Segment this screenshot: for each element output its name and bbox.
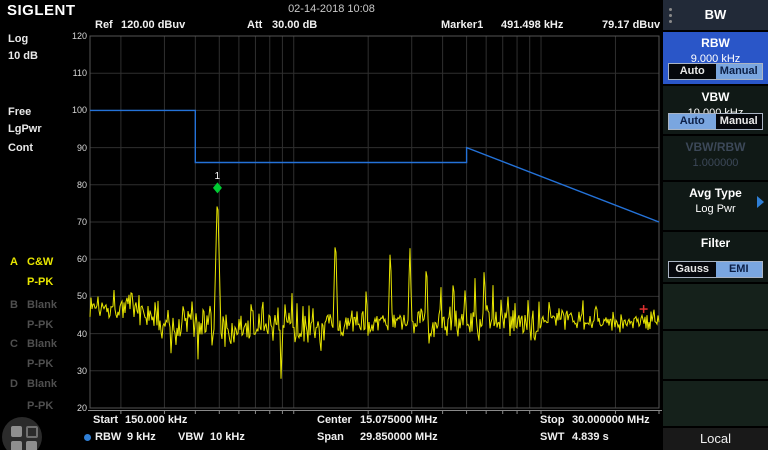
filter-gauss-option[interactable]: Gauss: [669, 262, 716, 277]
vbw-manual-option[interactable]: Manual: [716, 114, 763, 129]
marker-1-label: 1: [214, 171, 220, 182]
softkey-empty-1: [663, 284, 768, 329]
vbw-auto-manual-toggle: Auto Manual: [668, 113, 763, 130]
grid-square-icon: [11, 441, 22, 450]
local-label: Local: [700, 431, 731, 446]
menu-dots-icon: [669, 8, 672, 11]
stop-label: Stop: [540, 414, 564, 426]
avg-type-value: Log Pwr: [663, 200, 768, 215]
spectrum-plot: 1: [0, 0, 768, 450]
span-label: Span: [317, 431, 344, 443]
local-button[interactable]: Local: [663, 428, 768, 450]
filter-toggle: Gauss EMI: [668, 261, 763, 278]
rbw-manual-option[interactable]: Manual: [716, 64, 763, 79]
center-value: 15.075000 MHz: [360, 414, 438, 426]
avg-type-title: Avg Type: [663, 182, 768, 200]
vbw-value: 10 kHz: [210, 431, 245, 443]
analyzer-screen: SIGLENT 02-14-2018 10:08 Ref 120.00 dBuv…: [0, 0, 768, 450]
vbw-label: VBW: [178, 431, 204, 443]
span-value: 29.850000 MHz: [360, 431, 438, 443]
trace-a: [90, 207, 659, 379]
grid-square-icon: [26, 426, 38, 438]
rbw-auto-manual-toggle: Auto Manual: [668, 63, 763, 80]
softkey-empty-2: [663, 331, 768, 379]
limit-line: [90, 110, 659, 222]
start-value: 150.000 kHz: [125, 414, 187, 426]
menu-title: BW: [705, 7, 727, 22]
rbw-coupled-dot: [84, 434, 91, 441]
softkey-avg-type[interactable]: Avg Type Log Pwr: [663, 182, 768, 230]
center-label: Center: [317, 414, 352, 426]
start-label: Start: [93, 414, 118, 426]
menu-dots-icon: [669, 14, 672, 17]
rbw-title: RBW: [663, 32, 768, 50]
softkey-vbw-rbw: VBW/RBW 1.000000: [663, 136, 768, 180]
rbw-value: 9 kHz: [127, 431, 156, 443]
stop-value: 30.000000 MHz: [572, 414, 650, 426]
submenu-arrow-icon: [757, 196, 764, 208]
rbw-auto-option[interactable]: Auto: [669, 64, 716, 79]
grid-square-icon: [11, 426, 22, 437]
menu-title-bar: BW: [663, 0, 768, 30]
vbw-rbw-value: 1.000000: [663, 154, 768, 169]
rbw-label: RBW: [95, 431, 121, 443]
vbw-auto-option[interactable]: Auto: [669, 114, 716, 129]
vbw-title: VBW: [663, 86, 768, 104]
softkey-empty-3: [663, 381, 768, 426]
marker-1-diamond: 1: [213, 171, 222, 194]
graticule: [88, 36, 662, 414]
home-grid-button[interactable]: [2, 417, 42, 450]
vbw-rbw-title: VBW/RBW: [663, 136, 768, 154]
softkey-menu: BW RBW 9.000 kHz Auto Manual VBW 10.000 …: [663, 0, 768, 450]
swt-label: SWT: [540, 431, 564, 443]
menu-dots-icon: [669, 20, 672, 23]
softkey-rbw[interactable]: RBW 9.000 kHz Auto Manual: [663, 32, 768, 84]
softkey-filter[interactable]: Filter Gauss EMI: [663, 232, 768, 282]
filter-emi-option[interactable]: EMI: [716, 262, 763, 277]
peak-cross-marker: [640, 305, 648, 313]
softkey-vbw[interactable]: VBW 10.000 kHz Auto Manual: [663, 86, 768, 134]
grid-square-icon: [26, 441, 37, 450]
swt-value: 4.839 s: [572, 431, 609, 443]
filter-title: Filter: [663, 232, 768, 250]
